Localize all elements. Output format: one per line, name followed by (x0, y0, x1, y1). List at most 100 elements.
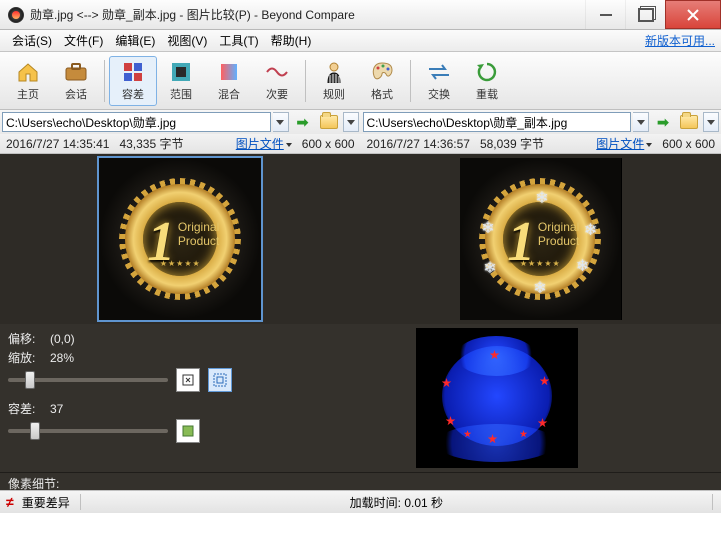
menu-help[interactable]: 帮助(H) (265, 30, 318, 51)
menu-file[interactable]: 文件(F) (58, 30, 109, 51)
pathbar: C:\Users\echo\Desktop\勋章.jpg ➡ C:\Users\… (0, 110, 721, 134)
toolbar-tolerance-label: 容差 (122, 86, 144, 102)
diff-image (416, 328, 578, 468)
statusbar: ≠ 重要差异 加载时间: 0.01 秒 (0, 490, 721, 513)
image-pane-left[interactable]: 1 OriginalProduct ★★★★★ (0, 154, 361, 324)
new-version-link[interactable]: 新版本可用... (645, 32, 715, 49)
path-left-input[interactable]: C:\Users\echo\Desktop\勋章.jpg (2, 112, 271, 132)
toolbar-reload-label: 重载 (476, 86, 498, 102)
toolbar-session[interactable]: 会话 (52, 56, 100, 106)
toolbar-reload[interactable]: 重载 (463, 56, 511, 106)
stats-right-filetype[interactable]: 图片文件 (596, 135, 652, 152)
menu-view[interactable]: 视图(V) (161, 30, 213, 51)
toolbar-range-label: 范围 (170, 86, 192, 102)
toolbar-format-label: 格式 (371, 86, 393, 102)
arrow-right-icon: ➡ (297, 114, 309, 131)
menubar: 会话(S) 文件(F) 编辑(E) 视图(V) 工具(T) 帮助(H) 新版本可… (0, 30, 721, 52)
actual-size-button[interactable] (208, 368, 232, 392)
stats-left: 2016/7/27 14:35:41 43,335 字节 图片文件 600 x … (0, 134, 361, 153)
path-left-history[interactable] (273, 112, 289, 132)
menu-edit[interactable]: 编辑(E) (109, 30, 161, 51)
browse-right-menu[interactable] (703, 112, 719, 132)
folder-icon (320, 115, 338, 129)
stats-left-size: 43,335 字节 (119, 135, 183, 152)
snowflake-icon: ❄ (576, 256, 589, 276)
toolbar-format[interactable]: 格式 (358, 56, 406, 106)
separator (305, 60, 306, 102)
status-main: 重要差异 (22, 494, 70, 511)
image-pane-right[interactable]: 1 OriginalProduct ★★★★★ ❄ ❄ ❄ ❄ ❄ ❄ (361, 154, 721, 324)
window-buttons (585, 0, 721, 29)
offset-value: (0,0) (50, 332, 75, 346)
window-title: 勋章.jpg <--> 勋章_副本.jpg - 图片比较(P) - Beyond… (30, 6, 585, 23)
toolbar-rules-label: 规则 (323, 86, 345, 102)
toolbar-secondary[interactable]: 次要 (253, 56, 301, 106)
toolbar: 主页 会话 容差 范围 混合 次要 规则 格式 交换 重载 (0, 52, 721, 110)
move-left-button[interactable]: ➡ (651, 111, 675, 133)
pixel-detail-row: 像素细节: (0, 472, 721, 490)
maximize-button[interactable] (625, 0, 665, 29)
stats-left-date: 2016/7/27 14:35:41 (6, 137, 109, 151)
tolerance-label: 容差: (8, 400, 42, 417)
zoom-slider[interactable] (8, 378, 168, 382)
close-button[interactable] (665, 0, 721, 29)
image-left: 1 OriginalProduct ★★★★★ (99, 158, 261, 320)
blend-icon (217, 60, 241, 84)
toolbar-secondary-label: 次要 (266, 86, 288, 102)
tolerance-mode-button[interactable] (176, 419, 200, 443)
tolerance-icon (121, 60, 145, 84)
zoom-label: 缩放: (8, 349, 42, 366)
referee-icon (322, 60, 346, 84)
tolerance-slider[interactable] (8, 429, 168, 433)
statsbar: 2016/7/27 14:35:41 43,335 字节 图片文件 600 x … (0, 134, 721, 154)
stats-left-filetype[interactable]: 图片文件 (236, 135, 292, 152)
path-right-text: C:\Users\echo\Desktop\勋章_副本.jpg (367, 114, 568, 131)
path-left-text: C:\Users\echo\Desktop\勋章.jpg (6, 114, 176, 131)
move-right-button[interactable]: ➡ (291, 111, 315, 133)
titlebar: 勋章.jpg <--> 勋章_副本.jpg - 图片比较(P) - Beyond… (0, 0, 721, 30)
folder-icon (680, 115, 698, 129)
menu-session[interactable]: 会话(S) (6, 30, 58, 51)
snowflake-icon: ❄ (481, 218, 494, 238)
stats-right: 2016/7/27 14:36:57 58,039 字节 图片文件 600 x … (361, 134, 721, 153)
chevron-down-icon (347, 120, 355, 125)
browse-left-button[interactable] (317, 111, 341, 133)
toolbar-range[interactable]: 范围 (157, 56, 205, 106)
toolbar-rules[interactable]: 规则 (310, 56, 358, 106)
toolbar-home-label: 主页 (17, 86, 39, 102)
briefcase-icon (64, 60, 88, 84)
path-right-history[interactable] (633, 112, 649, 132)
menu-tools[interactable]: 工具(T) (213, 30, 264, 51)
path-right-input[interactable]: C:\Users\echo\Desktop\勋章_副本.jpg (363, 112, 632, 132)
tolerance-value: 37 (50, 402, 63, 416)
stats-right-size: 58,039 字节 (480, 135, 544, 152)
arrow-right-icon: ➡ (657, 114, 669, 131)
browse-right-button[interactable] (677, 111, 701, 133)
path-right-group: C:\Users\echo\Desktop\勋章_副本.jpg ➡ (361, 110, 721, 134)
separator (410, 60, 411, 102)
stats-right-dims: 600 x 600 (662, 137, 715, 151)
image-compare-area: 1 OriginalProduct ★★★★★ 1 OriginalProduc… (0, 154, 721, 324)
chevron-down-icon (637, 120, 645, 125)
separator (712, 494, 713, 510)
chevron-down-icon (276, 120, 284, 125)
snowflake-icon: ❄ (533, 278, 546, 298)
wave-icon (265, 60, 289, 84)
fit-button[interactable] (176, 368, 200, 392)
toolbar-swap[interactable]: 交换 (415, 56, 463, 106)
toolbar-home[interactable]: 主页 (4, 56, 52, 106)
palette-icon (370, 60, 394, 84)
range-icon (169, 60, 193, 84)
image-right: 1 OriginalProduct ★★★★★ ❄ ❄ ❄ ❄ ❄ ❄ (460, 158, 622, 320)
toolbar-blend[interactable]: 混合 (205, 56, 253, 106)
stats-left-dims: 600 x 600 (302, 137, 355, 151)
toolbar-swap-label: 交换 (428, 86, 450, 102)
minimize-button[interactable] (585, 0, 625, 29)
browse-left-menu[interactable] (343, 112, 359, 132)
separator (80, 494, 81, 510)
toolbar-tolerance[interactable]: 容差 (109, 56, 157, 106)
offset-label: 偏移: (8, 330, 42, 347)
pixel-detail-label: 像素细节: (8, 477, 59, 491)
snowflake-icon: ❄ (584, 220, 597, 240)
diff-preview-pane[interactable] (272, 324, 721, 472)
